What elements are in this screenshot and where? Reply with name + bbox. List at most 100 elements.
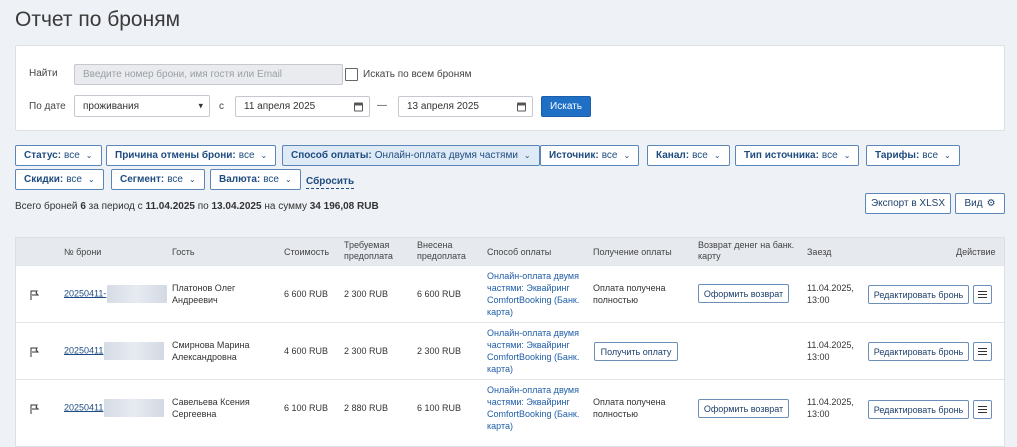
filter-label: Причина отмены брони:: [115, 150, 236, 161]
reset-filters-link[interactable]: Сбросить: [306, 176, 355, 189]
refund-button[interactable]: Оформить возврат: [698, 284, 789, 303]
cost: 6 600 RUB: [284, 289, 329, 299]
date-to-value: 13 апреля 2025: [407, 101, 479, 112]
table-row: 20250411 Савельева Ксения Сергеевна 6 10…: [16, 379, 1004, 436]
filter-channel[interactable]: Канал: все ⌄: [647, 145, 730, 166]
edit-booking-button[interactable]: Редактировать бронь: [868, 400, 969, 419]
summary-prefix: Всего броней: [15, 201, 78, 212]
refund-button[interactable]: Оформить возврат: [698, 399, 789, 418]
chevron-down-icon: ⌄: [188, 175, 196, 184]
filter-label: Валюта:: [219, 174, 261, 185]
get-payment-button[interactable]: Получить оплату: [594, 342, 678, 361]
redacted-block: [104, 399, 165, 417]
filter-status[interactable]: Статус: все ⌄: [15, 145, 102, 166]
export-xlsx-button[interactable]: Экспорт в XLSX: [865, 193, 951, 214]
paid-prepay: 6 100 RUB: [417, 403, 462, 413]
bookings-table: № брони Гость Стоимость Требуемая предоп…: [15, 237, 1005, 447]
search-button[interactable]: Искать: [541, 96, 591, 117]
edit-booking-button[interactable]: Редактировать бронь: [868, 342, 969, 361]
menu-icon: [978, 351, 987, 352]
row-menu-button[interactable]: [973, 400, 992, 419]
col-booking-no: № брони: [64, 247, 102, 257]
gear-icon: ⚙: [986, 198, 996, 209]
flag-icon[interactable]: [30, 347, 40, 357]
payment-method: Онлайн-оплата двумя частями: Эквайринг C…: [487, 385, 580, 431]
booking-no-link[interactable]: 20250411-: [64, 288, 106, 298]
booking-no[interactable]: 20250411-: [64, 285, 168, 303]
table-header: № брони Гость Стоимость Требуемая предоп…: [16, 238, 1004, 265]
filter-source-type[interactable]: Тип источника: все ⌄: [735, 145, 860, 166]
menu-icon: [978, 409, 987, 410]
date-type-select[interactable]: проживания ▾: [74, 95, 210, 117]
filter-label: Тарифы:: [875, 150, 920, 161]
filter-discounts[interactable]: Скидки: все ⌄: [15, 169, 104, 190]
filter-tariffs[interactable]: Тарифы: все ⌄: [866, 145, 960, 166]
summary-sum-text: на сумму: [264, 201, 307, 212]
paid-prepay: 2 300 RUB: [417, 346, 462, 356]
date-type-value: проживания: [83, 100, 139, 112]
date-from-value: 11 апреля 2025: [244, 101, 316, 112]
date-dash: —: [377, 100, 387, 111]
find-label: Найти: [29, 68, 58, 79]
summary-period-text: за период с: [88, 201, 143, 212]
flag-icon[interactable]: [30, 290, 40, 300]
filter-value: все: [238, 150, 255, 161]
page-title: Отчет по броням: [15, 8, 181, 31]
table-row: 20250411- Платонов Олег Андреевич 6 600 …: [16, 265, 1004, 322]
chevron-down-icon: ⌄: [713, 151, 721, 160]
filter-payment-method[interactable]: Способ оплаты: Онлайн-оплата двумя частям…: [282, 145, 540, 166]
cost: 4 600 RUB: [284, 346, 329, 356]
filter-label: Статус:: [24, 150, 62, 161]
search-input[interactable]: Введите номер брони, имя гостя или Email: [74, 64, 343, 85]
chevron-down-icon: ⌄: [623, 151, 631, 160]
row-menu-button[interactable]: [973, 285, 992, 304]
col-required-prepay: Требуемая предоплата: [344, 240, 393, 261]
chevron-down-icon: ⌄: [85, 151, 93, 160]
filter-cancel-reason[interactable]: Причина отмены брони: все ⌄: [106, 145, 277, 166]
filter-source[interactable]: Источник: все ⌄: [540, 145, 640, 166]
booking-no-link[interactable]: 20250411: [64, 345, 103, 355]
date-to-input[interactable]: 13 апреля 2025: [398, 96, 533, 117]
redacted-block: [104, 342, 165, 360]
search-all-checkbox[interactable]: [345, 68, 358, 81]
filter-value: все: [167, 174, 183, 185]
edit-booking-button[interactable]: Редактировать бронь: [868, 285, 969, 304]
flag-icon[interactable]: [30, 404, 40, 414]
cost: 6 100 RUB: [284, 403, 329, 413]
filter-currency[interactable]: Валюта: все ⌄: [210, 169, 301, 190]
search-panel: Найти Введите номер брони, имя гостя или…: [15, 45, 1005, 131]
required-prepay: 2 300 RUB: [344, 289, 389, 299]
chevron-down-icon: ⌄: [260, 151, 268, 160]
filter-label: Скидки:: [24, 174, 64, 185]
view-button[interactable]: Вид ⚙: [955, 193, 1005, 214]
summary-sum: 34 196,08 RUB: [309, 201, 379, 212]
col-action: Действие: [956, 247, 996, 257]
chevron-down-icon: ⌄: [87, 175, 95, 184]
filter-label: Канал:: [656, 150, 690, 161]
booking-no[interactable]: 20250411: [64, 342, 165, 360]
summary-from: 11.04.2025: [145, 201, 195, 212]
booking-no[interactable]: 20250411: [64, 399, 165, 417]
filter-value: все: [263, 174, 279, 185]
checkin: 11.04.2025, 13:00: [807, 283, 854, 305]
payment-receipt: Оплата получена полностью: [593, 397, 666, 419]
row-menu-button[interactable]: [973, 342, 992, 361]
guest-name: Платонов Олег Андреевич: [172, 283, 236, 305]
bookings-summary: Всего броней 6 за период с 11.04.2025 по…: [15, 201, 379, 212]
calendar-icon[interactable]: [517, 102, 526, 111]
date-from-input[interactable]: 11 апреля 2025: [235, 96, 370, 117]
required-prepay: 2 300 RUB: [344, 346, 389, 356]
calendar-icon[interactable]: [354, 102, 363, 111]
col-refund: Возврат денег на банк. карту: [698, 240, 795, 261]
filter-value: все: [66, 174, 82, 185]
filter-value: Онлайн-оплата двумя частями: [374, 150, 518, 161]
summary-to: 13.04.2025: [211, 201, 262, 212]
by-date-label: По дате: [29, 101, 66, 112]
booking-no-link[interactable]: 20250411: [64, 402, 103, 412]
col-paid-prepay: Внесена предоплата: [417, 240, 466, 261]
filter-label: Сегмент:: [120, 174, 165, 185]
filter-value: все: [692, 150, 708, 161]
view-label: Вид: [964, 198, 983, 209]
filter-segment[interactable]: Сегмент: все ⌄: [111, 169, 205, 190]
filter-value: все: [601, 150, 618, 161]
